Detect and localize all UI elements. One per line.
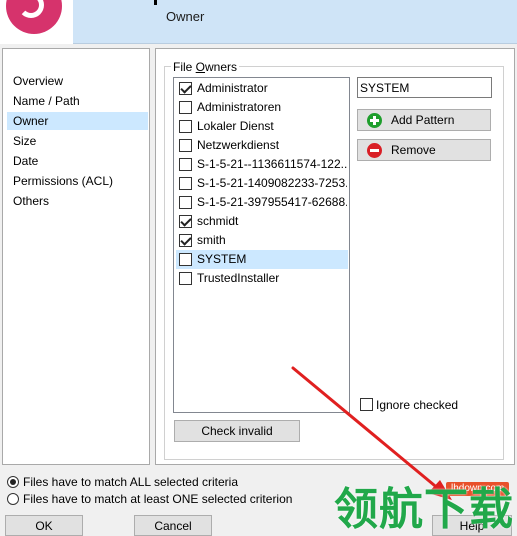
watermark-text: 领航下载 xyxy=(334,484,514,535)
match-all-radio[interactable] xyxy=(7,476,19,488)
match-one-radio[interactable] xyxy=(7,493,19,505)
match-all-option[interactable]: Files have to match ALL selected criteri… xyxy=(7,474,267,490)
owner-checkbox[interactable] xyxy=(179,101,192,114)
add-icon xyxy=(367,113,382,128)
owner-item-administratoren[interactable]: Administratoren xyxy=(176,98,348,117)
owner-item-trustedinstaller[interactable]: TrustedInstaller xyxy=(176,269,348,288)
ignore-checked-option[interactable]: Ignore checked xyxy=(360,397,500,413)
remove-icon xyxy=(367,143,382,158)
owner-checkbox[interactable] xyxy=(179,253,192,266)
nav-item-overview[interactable]: Overview xyxy=(7,72,148,90)
owner-checkbox[interactable] xyxy=(179,139,192,152)
owner-item-sid-2[interactable]: S-1-5-21-1409082233-7253... xyxy=(176,174,348,193)
owner-item-administrator[interactable]: Administrator xyxy=(176,79,348,98)
add-pattern-button[interactable]: Add Pattern xyxy=(357,109,491,131)
owner-checkbox[interactable] xyxy=(179,272,192,285)
page-title: Owner xyxy=(166,9,205,24)
owner-list[interactable]: Administrator Administratoren Lokaler Di… xyxy=(173,77,350,413)
owner-item-smith[interactable]: smith xyxy=(176,231,348,250)
ok-button[interactable]: OK xyxy=(5,515,83,536)
app-logo xyxy=(0,0,73,44)
dialog-header: Owner xyxy=(0,0,517,44)
ignore-checked-checkbox[interactable] xyxy=(360,398,373,411)
owner-panel: File Owners Administrator Administratore… xyxy=(155,48,515,465)
criteria-nav: Overview Name / Path Owner Size Date Per… xyxy=(2,48,150,465)
file-owners-label: File Owners xyxy=(171,60,240,74)
owner-checkbox[interactable] xyxy=(179,234,192,247)
owner-item-lokaler-dienst[interactable]: Lokaler Dienst xyxy=(176,117,348,136)
nav-item-others[interactable]: Others xyxy=(7,192,148,210)
pattern-input[interactable] xyxy=(357,77,492,98)
owner-item-system[interactable]: SYSTEM xyxy=(176,250,348,269)
nav-item-date[interactable]: Date xyxy=(7,152,148,170)
owner-item-netzwerkdienst[interactable]: Netzwerkdienst xyxy=(176,136,348,155)
match-one-option[interactable]: Files have to match at least ONE selecte… xyxy=(7,491,307,507)
check-invalid-button[interactable]: Check invalid xyxy=(174,420,300,442)
owner-checkbox[interactable] xyxy=(179,177,192,190)
header-title-fragment xyxy=(154,0,157,5)
remove-button[interactable]: Remove xyxy=(357,139,491,161)
owner-checkbox[interactable] xyxy=(179,215,192,228)
owner-checkbox[interactable] xyxy=(179,120,192,133)
cancel-button[interactable]: Cancel xyxy=(134,515,212,536)
owner-checkbox[interactable] xyxy=(179,82,192,95)
owner-item-sid-3[interactable]: S-1-5-21-397955417-62688... xyxy=(176,193,348,212)
nav-item-name-path[interactable]: Name / Path xyxy=(7,92,148,110)
owner-checkbox[interactable] xyxy=(179,196,192,209)
owner-checkbox[interactable] xyxy=(179,158,192,171)
owner-item-schmidt[interactable]: schmidt xyxy=(176,212,348,231)
nav-item-permissions[interactable]: Permissions (ACL) xyxy=(7,172,148,190)
owner-item-sid-1[interactable]: S-1-5-21--1136611574-122... xyxy=(176,155,348,174)
nav-item-owner[interactable]: Owner xyxy=(7,112,148,130)
nav-item-size[interactable]: Size xyxy=(7,132,148,150)
